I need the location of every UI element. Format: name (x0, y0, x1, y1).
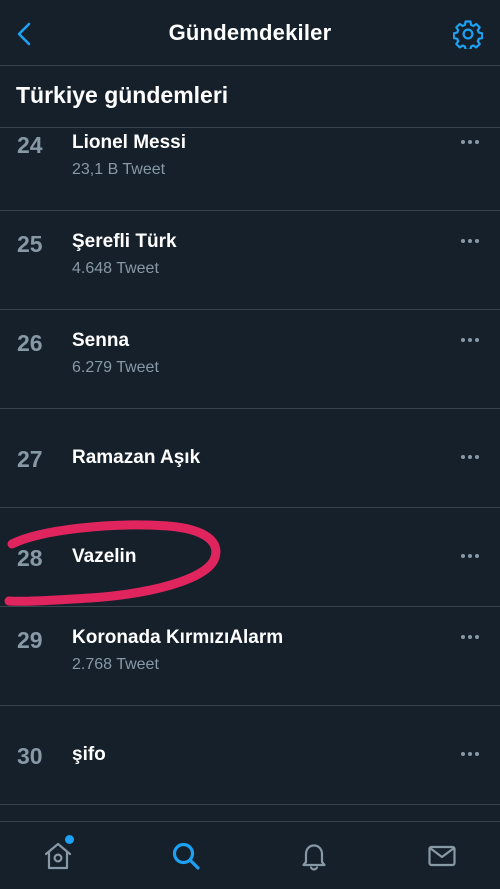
trend-tweet-count: 6.279 Tweet (72, 359, 159, 376)
trend-name: Lionel Messi (72, 132, 187, 153)
gear-icon (453, 20, 483, 49)
trend-rank: 29 (17, 627, 43, 653)
more-button[interactable] (456, 546, 484, 566)
more-icon (461, 140, 479, 144)
trend-tweet-count: 2.768 Tweet (72, 656, 159, 673)
trend-tweet-count: 23,1 B Tweet (72, 161, 166, 178)
tab-search[interactable] (166, 836, 206, 876)
trend-tweet-count: 4.648 Tweet (72, 260, 159, 277)
more-icon (461, 455, 479, 459)
trend-item[interactable]: 26 Senna 6.279 Tweet (0, 310, 500, 409)
trend-item[interactable]: 29 Koronada KırmızıAlarm 2.768 Tweet (0, 607, 500, 706)
notification-dot (65, 835, 74, 844)
trend-rank: 25 (17, 231, 43, 257)
section-title: Türkiye gündemleri (16, 82, 229, 108)
trend-rank: 24 (17, 132, 43, 158)
trend-name: Şerefli Türk (72, 231, 177, 252)
trend-name: Ramazan Aşık (72, 447, 201, 468)
trend-name: Senna (72, 330, 130, 351)
more-button[interactable] (456, 231, 484, 251)
more-icon (461, 239, 479, 243)
bottom-tab-bar (0, 821, 500, 889)
trend-rank: 26 (17, 330, 43, 356)
tab-notifications[interactable] (294, 836, 334, 876)
more-button[interactable] (456, 447, 484, 467)
trend-rank: 30 (17, 743, 43, 769)
more-button[interactable] (456, 132, 484, 152)
page-title: Gündemdekiler (168, 20, 332, 45)
more-icon (461, 338, 479, 342)
more-button[interactable] (456, 330, 484, 350)
tab-messages[interactable] (422, 836, 462, 876)
search-icon (172, 842, 200, 870)
trend-item[interactable]: 25 Şerefli Türk 4.648 Tweet (0, 211, 500, 310)
trend-name: şifo (72, 744, 106, 765)
more-button[interactable] (456, 744, 484, 764)
bell-icon (302, 844, 326, 871)
trend-item[interactable]: 30 şifo (0, 706, 500, 805)
more-icon (461, 635, 479, 639)
trend-rank: 28 (17, 545, 43, 571)
section-divider (0, 127, 500, 128)
more-icon (461, 752, 479, 756)
top-bar: Gündemdekiler (0, 0, 500, 66)
mail-icon (428, 845, 456, 867)
trend-item-highlighted[interactable]: 28 Vazelin (0, 508, 500, 607)
trend-name: Koronada KırmızıAlarm (72, 627, 284, 648)
trend-name: Vazelin (72, 546, 137, 567)
home-icon (44, 842, 72, 870)
trend-rank: 27 (17, 446, 43, 472)
settings-button[interactable] (452, 18, 484, 50)
trend-list: 24 Lionel Messi 23,1 B Tweet 25 Şerefli … (0, 112, 500, 805)
trend-item[interactable]: 27 Ramazan Aşık (0, 409, 500, 508)
more-icon (461, 554, 479, 558)
more-button[interactable] (456, 627, 484, 647)
